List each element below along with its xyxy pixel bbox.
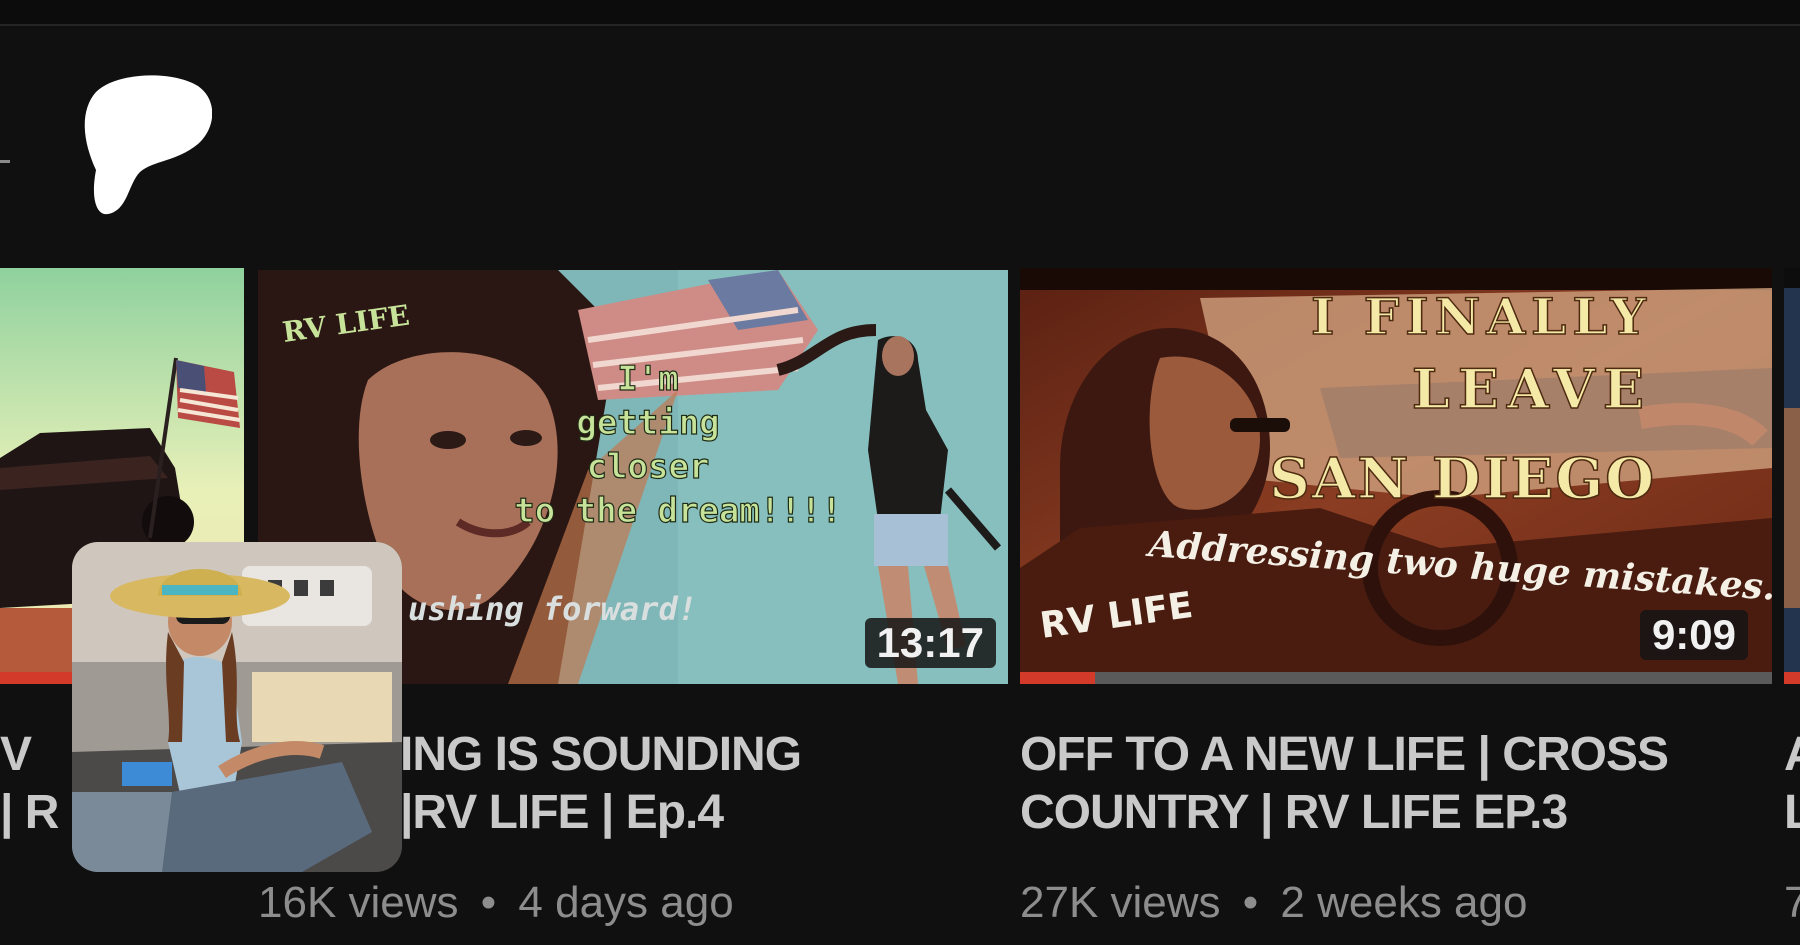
- video-title-3[interactable]: OFF TO A NEW LIFE | CROSS COUNTRY | RV L…: [1020, 726, 1669, 842]
- video-title-1[interactable]: V | R: [0, 726, 59, 842]
- video-views-4: 7: [1784, 878, 1800, 927]
- meta-separator-3: •: [1242, 878, 1259, 927]
- top-divider: [0, 0, 1800, 26]
- video-title-4[interactable]: A L: [1784, 726, 1800, 842]
- video-duration-2: 13:17: [864, 618, 996, 668]
- thumb-caption-2: ushing forward!: [408, 590, 697, 628]
- video-meta-2: 16K views • 4 days ago: [258, 878, 734, 928]
- video-title-1-line1: V: [0, 728, 32, 781]
- watch-progress-3: [1020, 672, 1772, 684]
- video-duration-3: 9:09: [1639, 610, 1748, 660]
- video-title-1-line2: | R: [0, 786, 59, 839]
- video-views-2: 16K views: [258, 878, 459, 927]
- patreon-logo-icon[interactable]: [76, 70, 212, 216]
- meta-separator-2: •: [480, 878, 497, 927]
- video-thumbnail-4[interactable]: [1784, 268, 1800, 672]
- video-views-3: 27K views: [1020, 878, 1221, 927]
- watch-progress-4: [1784, 672, 1800, 684]
- thumb-line-4: to the dream!!!!: [514, 491, 842, 531]
- thumb-line-leave: LEAVE: [1412, 357, 1652, 421]
- thumb-line-san-diego: SAN DIEGO: [1269, 446, 1656, 512]
- video-thumbnail-3[interactable]: I FINALLY LEAVE SAN DIEGO Addressing two…: [1020, 268, 1772, 672]
- video-title-2[interactable]: ING IS SOUNDING |RV LIFE | Ep.4: [400, 726, 802, 842]
- video-title-2-line2: |RV LIFE | Ep.4: [400, 786, 724, 839]
- video-age-3: 2 weeks ago: [1280, 878, 1528, 927]
- video-title-3-line2: COUNTRY | RV LIFE EP.3: [1020, 786, 1568, 839]
- video-title-4-line2: L: [1784, 786, 1800, 839]
- watch-progress-fill-3: [1020, 672, 1096, 684]
- video-title-2-line1: ING IS SOUNDING: [400, 728, 802, 781]
- channel-avatar-photo[interactable]: [72, 542, 402, 872]
- video-title-3-line1: OFF TO A NEW LIFE | CROSS: [1020, 728, 1669, 781]
- video-title-4-line1: A: [1784, 726, 1800, 784]
- edge-indicator: [0, 160, 10, 163]
- thumb-line-2: getting: [576, 403, 719, 443]
- thumb-line-finally: I FINALLY: [1311, 287, 1652, 346]
- thumb-line-1: I'm: [617, 359, 678, 399]
- watch-progress-fill-4: [1784, 672, 1800, 684]
- video-shelf: V | R RV LIFE I'm getting closer to the …: [0, 0, 1800, 945]
- video-meta-3: 27K views • 2 weeks ago: [1020, 878, 1527, 928]
- thumb-line-3: closer: [587, 447, 710, 487]
- video-age-2: 4 days ago: [518, 878, 734, 927]
- video-meta-4: 7: [1784, 878, 1800, 928]
